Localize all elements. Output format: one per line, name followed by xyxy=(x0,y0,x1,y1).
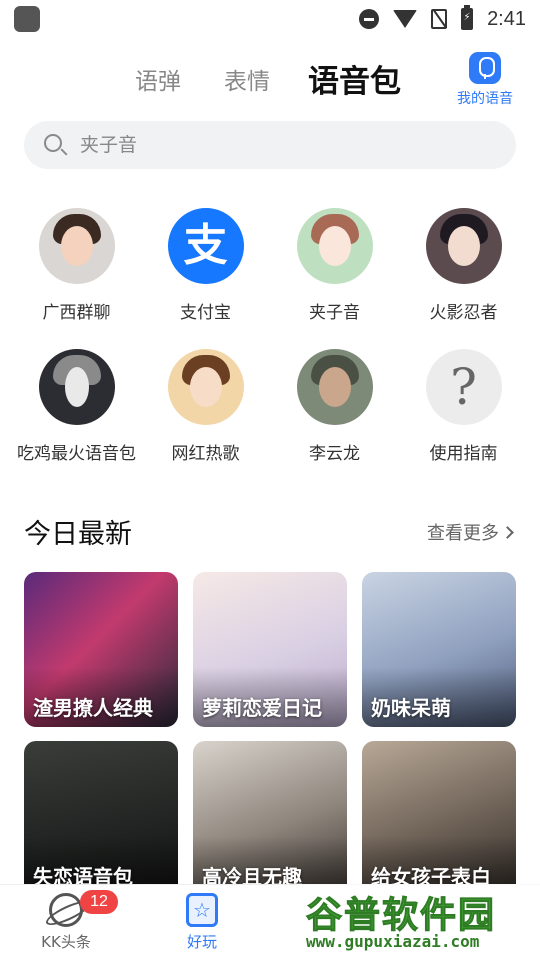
chevron-right-icon xyxy=(501,526,514,539)
top-tabs: 语弹 表情 语音包 我的语音 xyxy=(0,52,540,112)
tab-emoji[interactable]: 表情 xyxy=(224,62,270,96)
nav-fun[interactable]: 好玩 xyxy=(162,893,242,952)
category-label: 李云龙 xyxy=(309,444,360,464)
mic-icon xyxy=(469,52,501,84)
category-label: 广西群聊 xyxy=(42,303,111,323)
category-label: 使用指南 xyxy=(429,444,498,464)
search-bar[interactable] xyxy=(24,121,516,169)
card-label: 渣男撩人经典 xyxy=(33,696,153,720)
category-label: 夹子音 xyxy=(309,303,360,323)
planet-icon xyxy=(49,893,83,927)
category-item[interactable]: 网红热歌 xyxy=(141,349,270,464)
my-voice-button[interactable]: 我的语音 xyxy=(448,52,522,108)
status-icons: 2:41 xyxy=(359,5,526,32)
see-more-label: 查看更多 xyxy=(427,523,499,544)
voice-pack-cards: 渣男撩人经典 萝莉恋爱日记 奶味呆萌 失恋语音包 高冷且无趣 给女孩子表白 xyxy=(24,572,516,896)
avatar-anime-dark-hair xyxy=(425,208,502,284)
section-title: 今日最新 xyxy=(24,519,132,550)
avatar-soldier xyxy=(296,349,373,425)
avatar-girl-photo xyxy=(167,349,244,425)
category-label: 吃鸡最火语音包 xyxy=(17,444,136,464)
notification-badge: 12 xyxy=(80,890,118,914)
wifi-icon xyxy=(393,10,418,28)
nav-label: 好玩 xyxy=(186,933,217,951)
avatar-boy-glasses xyxy=(38,208,115,284)
category-item[interactable]: 火影忍者 xyxy=(399,208,528,323)
avatar-helmet-character xyxy=(38,349,115,425)
status-bar: 2:41 xyxy=(0,0,540,36)
voice-pack-card[interactable]: 高冷且无趣 xyxy=(193,741,347,896)
watermark: 谷普软件园 www.gupuxiazai.com xyxy=(296,884,540,960)
nav-label: KK头条 xyxy=(41,933,91,951)
voice-pack-card[interactable]: 失恋语音包 xyxy=(24,741,178,896)
category-item[interactable]: 支 支付宝 xyxy=(141,208,270,323)
category-item[interactable]: 广西群聊 xyxy=(12,208,141,323)
no-sim-icon xyxy=(431,9,448,29)
watermark-title: 谷普软件园 xyxy=(305,895,497,937)
category-grid: 广西群聊 支 支付宝 夹子音 火影忍者 吃鸡最火语音包 网红热歌 李云龙 ? 使… xyxy=(12,208,528,464)
category-item[interactable]: ? 使用指南 xyxy=(399,349,528,464)
do-not-disturb-icon xyxy=(359,9,380,29)
tab-voice-pack[interactable]: 语音包 xyxy=(308,56,401,101)
card-label: 奶味呆萌 xyxy=(371,696,451,720)
question-mark-icon: ? xyxy=(425,349,502,425)
tab-danmu[interactable]: 语弹 xyxy=(135,62,181,96)
category-item[interactable]: 李云龙 xyxy=(270,349,399,464)
card-label: 萝莉恋爱日记 xyxy=(202,696,322,720)
search-icon xyxy=(44,134,62,152)
alipay-logo: 支 xyxy=(167,208,244,284)
category-item[interactable]: 吃鸡最火语音包 xyxy=(12,349,141,464)
my-voice-label: 我的语音 xyxy=(457,91,513,107)
see-more-link[interactable]: 查看更多 xyxy=(427,519,514,545)
category-label: 火影忍者 xyxy=(429,303,498,323)
star-icon xyxy=(186,893,218,927)
category-label: 网红热歌 xyxy=(171,444,240,464)
voice-pack-card[interactable]: 给女孩子表白 xyxy=(362,741,516,896)
avatar-anime-girl xyxy=(296,208,373,284)
category-label: 支付宝 xyxy=(180,303,231,323)
watermark-url: www.gupuxiazai.com xyxy=(306,932,480,951)
search-input[interactable] xyxy=(80,121,500,169)
category-item[interactable]: 夹子音 xyxy=(270,208,399,323)
voice-pack-card[interactable]: 渣男撩人经典 xyxy=(24,572,178,727)
battery-charging-icon xyxy=(461,5,474,30)
status-time: 2:41 xyxy=(487,7,526,30)
app-icon xyxy=(14,6,40,32)
voice-pack-card[interactable]: 奶味呆萌 xyxy=(362,572,516,727)
voice-pack-card[interactable]: 萝莉恋爱日记 xyxy=(193,572,347,727)
